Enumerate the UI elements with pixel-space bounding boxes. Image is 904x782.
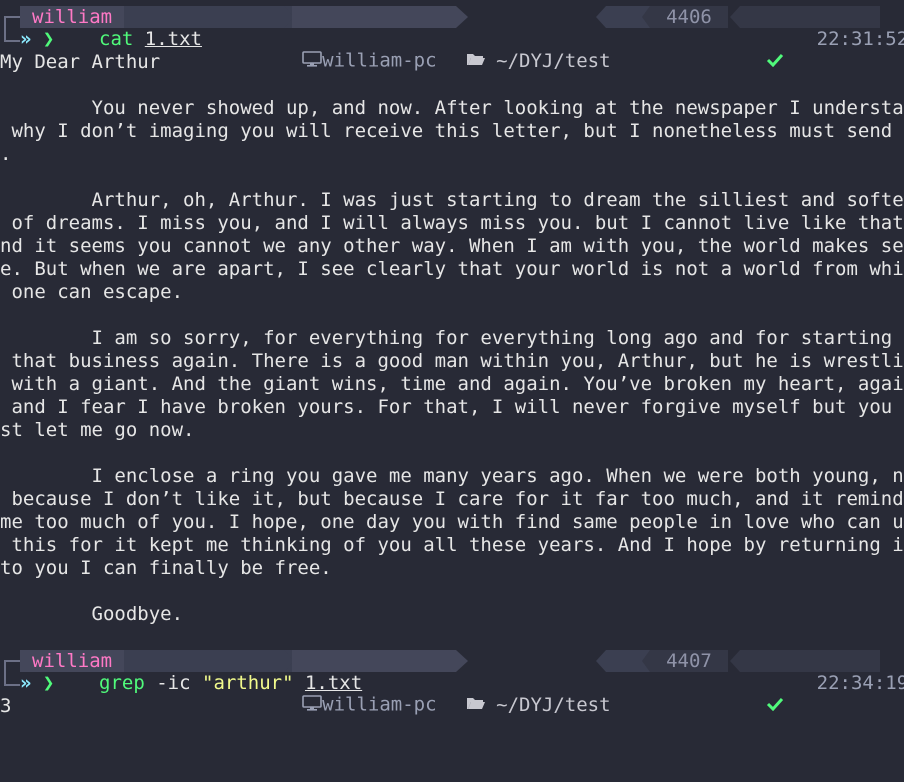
separator-arrow: [730, 6, 740, 28]
output-line: I am so sorry, for everything for everyt…: [0, 327, 904, 349]
output-line: Arthur, oh, Arthur. I was just starting …: [0, 189, 904, 211]
prompt-status-bar: william william-pc ~/DYJ/test 4407 22:34…: [0, 649, 904, 716]
output-line: of dreams. I miss you, and I will always…: [0, 212, 904, 234]
separator-arrow: [596, 6, 606, 28]
output-line: one can escape.: [0, 281, 184, 303]
command-file-arg: 1.txt: [144, 28, 202, 50]
output-line: this for it kept me thinking of you all …: [0, 534, 904, 556]
command-name: cat: [99, 28, 134, 50]
history-number: 4406: [650, 6, 728, 28]
output-line: and I fear I have broken yours. For that…: [0, 396, 904, 418]
clock-icon: [821, 50, 904, 116]
output-line: because I don’t like it, but because I c…: [0, 488, 904, 510]
prompt-time: 22:31:52: [740, 6, 904, 50]
command-name: grep: [99, 672, 145, 694]
output-line: e. But when we are apart, I see clearly …: [0, 258, 904, 280]
clock-icon: [821, 694, 904, 760]
output-line: to you I can finally be free.: [0, 557, 332, 579]
prompt-path: ~/DYJ/test: [292, 650, 611, 716]
command-line[interactable]: » ❯ cat 1.txt: [0, 28, 904, 51]
prompt-user: william: [20, 6, 132, 28]
separator-arrow: [596, 650, 606, 672]
prompt-path-label: ~/DYJ/test: [496, 49, 611, 72]
output-line: nd it seems you cannot we any other way.…: [0, 235, 904, 257]
command-input[interactable]: grep -ic "arthur" 1.txt: [99, 672, 362, 695]
command-flag: -ic: [156, 672, 191, 694]
prompt-host: william-pc: [124, 650, 437, 716]
prompt-host: william-pc: [124, 6, 437, 72]
command-file-arg: 1.txt: [304, 672, 363, 694]
separator-arrow: [730, 650, 740, 672]
separator-arrow: [456, 650, 468, 672]
output-line: I enclose a ring you gave me many years …: [0, 465, 904, 487]
prompt-chevrons: » ❯: [20, 28, 55, 50]
prompt-status-bar: william william-pc ~/DYJ/test 4406 22:31…: [0, 5, 904, 72]
history-number: 4407: [650, 650, 728, 672]
prompt-bracket-bottom: [4, 672, 20, 686]
command-input[interactable]: cat 1.txt: [99, 28, 202, 51]
prompt-chevrons: » ❯: [20, 672, 55, 694]
output-line: st let me go now.: [0, 419, 195, 441]
separator-arrow: [642, 6, 650, 28]
prompt-time: 22:34:19: [740, 650, 904, 694]
command-line[interactable]: » ❯ grep -ic "arthur" 1.txt: [0, 672, 904, 695]
prompt-path: ~/DYJ/test: [292, 6, 611, 72]
output-line: with a giant. And the giant wins, time a…: [0, 373, 904, 395]
prompt-bracket-bottom: [4, 28, 20, 42]
terminal-window[interactable]: william william-pc ~/DYJ/test 4406 22:31…: [0, 5, 904, 718]
output-line: Goodbye.: [0, 603, 184, 625]
prompt-user: william: [20, 650, 132, 672]
output-line: .: [0, 143, 12, 165]
separator-arrow: [642, 650, 650, 672]
separator-arrow: [456, 6, 468, 28]
command-pattern: "arthur": [202, 672, 294, 694]
output-line: that business again. There is a good man…: [0, 350, 904, 372]
output-line: me too much of you. I hope, one day you …: [0, 511, 904, 533]
prompt-path-label: ~/DYJ/test: [496, 693, 611, 716]
